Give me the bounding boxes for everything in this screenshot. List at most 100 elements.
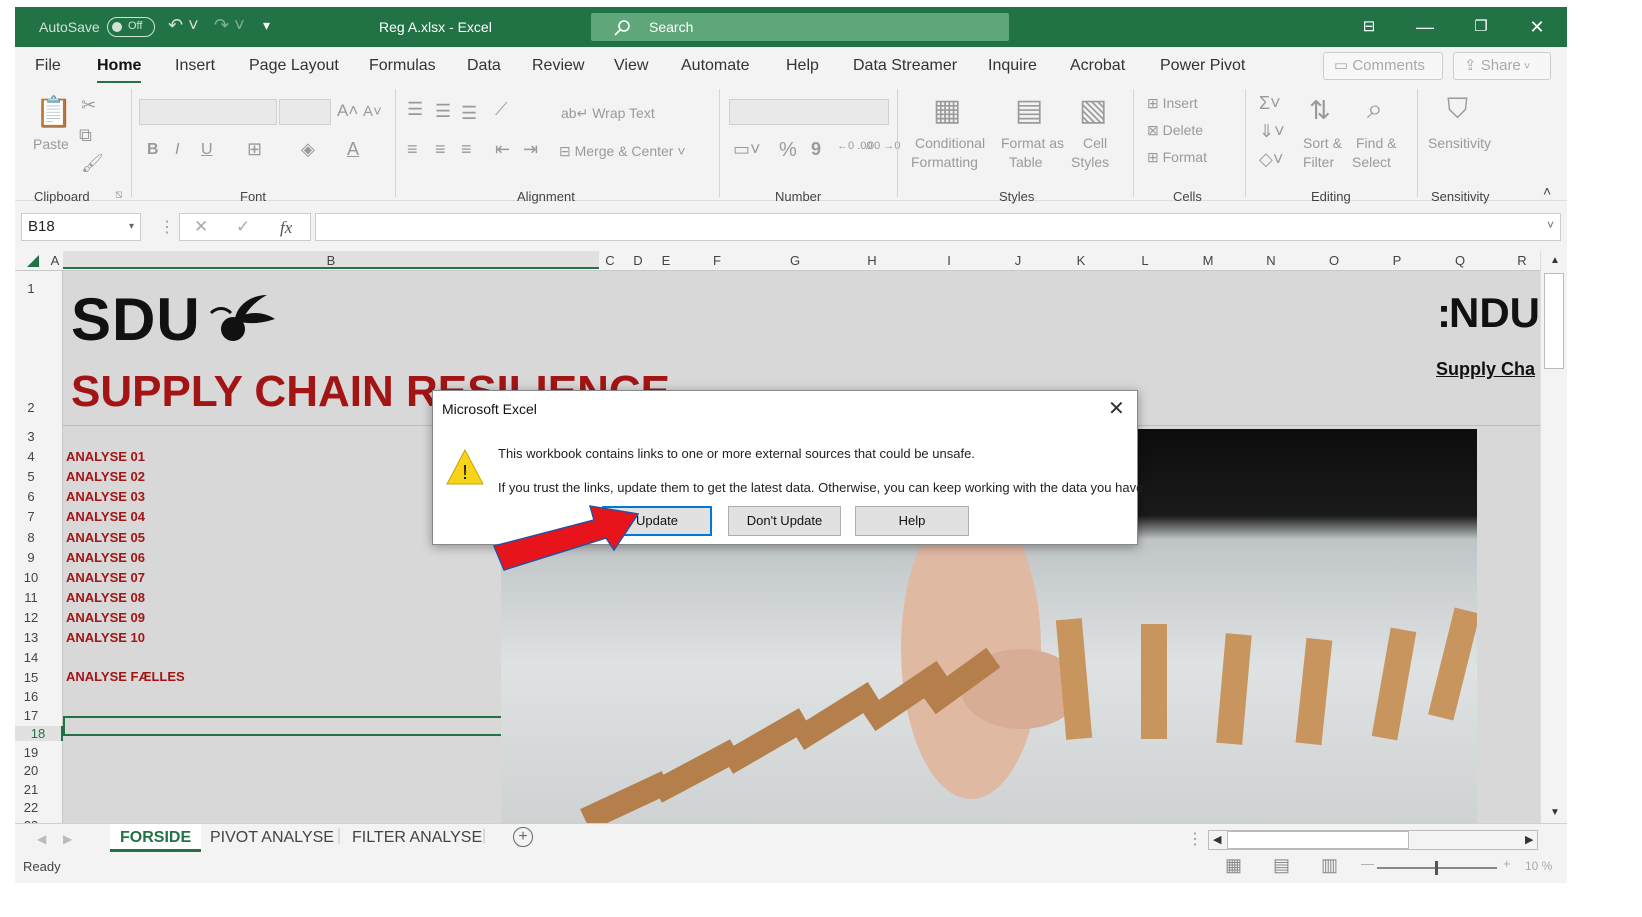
row-header[interactable]: 18 — [15, 726, 63, 741]
sensitivity-button-label[interactable]: Sensitivity — [1428, 135, 1491, 151]
analyse-link[interactable]: ANALYSE 08 — [66, 590, 145, 605]
normal-view-icon[interactable]: ▦ — [1225, 855, 1242, 876]
delete-cells-button[interactable]: ⊠ Delete — [1147, 122, 1203, 139]
conditional-formatting-label-1[interactable]: Conditional — [915, 135, 985, 151]
row-header[interactable]: 14 — [15, 650, 47, 665]
column-header[interactable]: F — [677, 253, 757, 268]
cut-icon[interactable]: ✂ — [81, 95, 96, 116]
increase-decimal-button[interactable]: ←0 .00 — [837, 141, 872, 152]
zoom-level[interactable]: 10 % — [1525, 859, 1552, 873]
dialog-launcher-icon[interactable]: ⧅ — [115, 187, 123, 202]
chevron-down-icon[interactable]: ˅ — [1547, 218, 1554, 232]
row-header[interactable]: 4 — [15, 449, 47, 464]
row-header[interactable]: 10 — [15, 570, 47, 585]
column-header[interactable]: I — [911, 253, 987, 268]
scroll-down-icon[interactable]: ▼ — [1550, 807, 1560, 818]
autosave-toggle[interactable]: Off — [107, 17, 155, 37]
tab-automate[interactable]: Automate — [681, 57, 749, 75]
align-center-icon[interactable]: ≡ — [435, 139, 446, 160]
undo-icon[interactable]: ↶ ˅ — [168, 15, 199, 36]
tab-power-pivot[interactable]: Power Pivot — [1160, 57, 1245, 75]
column-header[interactable]: A — [47, 253, 63, 268]
row-header[interactable]: 13 — [15, 630, 47, 645]
conditional-formatting-label-2[interactable]: Formatting — [911, 154, 978, 170]
prev-sheet-icon[interactable]: ◀ — [37, 832, 46, 846]
row-header[interactable]: 9 — [15, 550, 47, 565]
accounting-format-icon[interactable]: ▭˅ — [733, 139, 761, 160]
analyse-link[interactable]: ANALYSE 05 — [66, 530, 145, 545]
row-header[interactable]: 12 — [15, 610, 47, 625]
sheet-tab-pivot-analyse[interactable]: PIVOT ANALYSE — [210, 829, 334, 847]
decrease-indent-icon[interactable]: ⇤ — [495, 139, 510, 160]
column-header[interactable]: H — [833, 253, 911, 268]
tab-page-layout[interactable]: Page Layout — [249, 57, 339, 75]
column-header[interactable]: Q — [1429, 253, 1491, 268]
dont-update-button[interactable]: Don't Update — [728, 506, 841, 536]
borders-icon[interactable]: ⊞ — [247, 139, 262, 160]
paste-label[interactable]: Paste — [33, 136, 69, 152]
column-header[interactable]: O — [1303, 253, 1365, 268]
analyse-faelles-link[interactable]: ANALYSE FÆLLES — [66, 669, 185, 684]
wrap-text-button[interactable]: ab↵ Wrap Text — [561, 105, 655, 122]
sort-filter-label-1[interactable]: Sort & — [1303, 135, 1342, 151]
align-middle-icon[interactable]: ☰ — [435, 101, 451, 122]
column-header[interactable]: P — [1365, 253, 1429, 268]
analyse-link[interactable]: ANALYSE 04 — [66, 509, 145, 524]
column-header[interactable]: B — [63, 251, 599, 269]
analyse-link[interactable]: ANALYSE 03 — [66, 489, 145, 504]
zoom-in-icon[interactable]: + — [1503, 856, 1511, 871]
splitter-icon[interactable]: ⋮ — [1187, 829, 1203, 849]
format-as-table-label-2[interactable]: Table — [1009, 154, 1042, 170]
column-header[interactable]: N — [1239, 253, 1303, 268]
grow-font-icon[interactable]: A˄ — [337, 101, 358, 121]
underline-button[interactable]: U — [201, 141, 213, 159]
tab-file[interactable]: File — [35, 57, 61, 75]
comments-button[interactable]: ▭ Comments — [1323, 52, 1443, 80]
tab-help[interactable]: Help — [786, 57, 819, 75]
orientation-icon[interactable]: ⟋ — [495, 99, 508, 120]
column-header[interactable]: E — [655, 253, 677, 268]
dialog-close-icon[interactable]: ✕ — [1108, 396, 1125, 421]
insert-function-button[interactable]: fx — [280, 218, 292, 238]
insert-cells-button[interactable]: ⊞ Insert — [1147, 95, 1198, 112]
customize-qat-icon[interactable]: ▾ — [263, 17, 270, 34]
column-header[interactable]: C — [599, 253, 621, 268]
scroll-thumb[interactable] — [1227, 831, 1409, 849]
find-select-label-2[interactable]: Select — [1352, 154, 1391, 170]
number-format-select[interactable] — [729, 99, 889, 125]
percent-button[interactable]: % — [779, 139, 797, 162]
close-icon[interactable]: ✕ — [1514, 13, 1560, 41]
tab-data-streamer[interactable]: Data Streamer — [853, 57, 957, 75]
font-color-icon[interactable]: A — [347, 139, 359, 160]
scroll-up-icon[interactable]: ▲ — [1550, 255, 1560, 266]
enter-icon[interactable]: ✓ — [236, 217, 250, 237]
align-top-icon[interactable]: ☰ — [407, 99, 423, 120]
align-right-icon[interactable]: ≡ — [461, 139, 472, 160]
tab-data[interactable]: Data — [467, 57, 501, 75]
format-as-table-label-1[interactable]: Format as — [1001, 135, 1064, 151]
row-header[interactable]: 11 — [15, 590, 47, 605]
column-header[interactable]: K — [1049, 253, 1113, 268]
tab-formulas[interactable]: Formulas — [369, 57, 436, 75]
analyse-link[interactable]: ANALYSE 02 — [66, 469, 145, 484]
column-header[interactable]: M — [1177, 253, 1239, 268]
tab-inquire[interactable]: Inquire — [988, 57, 1037, 75]
page-break-view-icon[interactable]: ▥ — [1321, 855, 1338, 876]
tab-review[interactable]: Review — [532, 57, 584, 75]
scroll-right-icon[interactable]: ▶ — [1525, 833, 1533, 846]
sort-filter-icon[interactable]: ⇅ — [1309, 95, 1331, 126]
zoom-out-icon[interactable]: — — [1361, 856, 1374, 871]
format-cells-button[interactable]: ⊞ Format — [1147, 149, 1207, 166]
scroll-left-icon[interactable]: ◀ — [1213, 833, 1221, 846]
format-as-table-icon[interactable]: ▤ — [1015, 93, 1043, 128]
cell-styles-label-2[interactable]: Styles — [1071, 154, 1109, 170]
cell-styles-icon[interactable]: ▧ — [1079, 93, 1107, 128]
find-select-label-1[interactable]: Find & — [1356, 135, 1396, 151]
help-button[interactable]: Help — [855, 506, 969, 536]
tab-acrobat[interactable]: Acrobat — [1070, 57, 1125, 75]
analyse-link[interactable]: ANALYSE 10 — [66, 630, 145, 645]
row-header[interactable]: 19 — [15, 745, 47, 760]
page-layout-view-icon[interactable]: ▤ — [1273, 855, 1290, 876]
increase-indent-icon[interactable]: ⇥ — [523, 139, 538, 160]
copy-icon[interactable]: ⧉ — [79, 125, 92, 146]
